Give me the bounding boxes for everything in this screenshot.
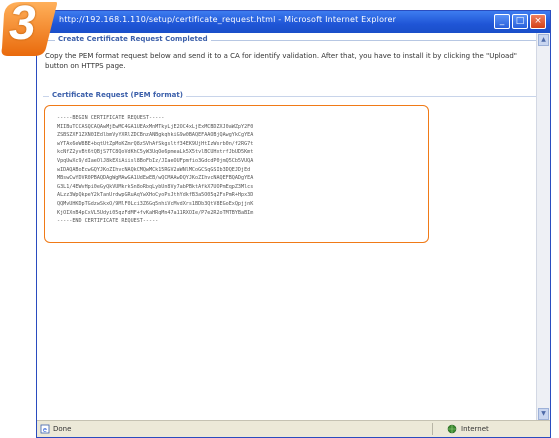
section-title: Create Certificate Request Completed: [55, 35, 211, 43]
minimize-button[interactable]: _: [494, 14, 510, 29]
vertical-scrollbar[interactable]: ▲ ▼: [536, 33, 550, 421]
step-number: 3: [9, 0, 36, 50]
svg-text:e: e: [43, 427, 47, 434]
pem-section-header: Certificate Request (PEM format): [43, 91, 544, 101]
browser-window: http://192.168.1.110/setup/certificate_r…: [36, 10, 551, 438]
window-controls: _ □ ×: [494, 14, 546, 29]
pem-request-text[interactable]: -----BEGIN CERTIFICATE REQUEST----- MIIB…: [57, 114, 422, 226]
scroll-down-arrow-icon[interactable]: ▼: [538, 408, 549, 420]
ie-page-icon: e: [40, 424, 50, 434]
step-3-badge: 3: [0, 0, 60, 58]
pem-section-title: Certificate Request (PEM format): [49, 91, 186, 99]
close-button[interactable]: ×: [530, 14, 546, 29]
status-text: Done: [53, 425, 72, 433]
security-zone-text: Internet: [461, 425, 489, 433]
title-bar: http://192.168.1.110/setup/certificate_r…: [37, 11, 550, 33]
instructions-text: Copy the PEM format request below and se…: [45, 52, 517, 70]
pem-request-box[interactable]: -----BEGIN CERTIFICATE REQUEST----- MIIB…: [44, 105, 429, 243]
window-title: http://192.168.1.110/setup/certificate_r…: [59, 15, 397, 24]
scroll-up-arrow-icon[interactable]: ▲: [538, 34, 549, 46]
maximize-button[interactable]: □: [512, 14, 528, 29]
page-content: Create Certificate Request Completed Cop…: [37, 33, 550, 421]
status-divider: [432, 423, 433, 435]
status-bar: e Done Internet: [37, 420, 550, 437]
section-header: Create Certificate Request Completed: [43, 35, 544, 45]
globe-icon: [447, 424, 457, 434]
